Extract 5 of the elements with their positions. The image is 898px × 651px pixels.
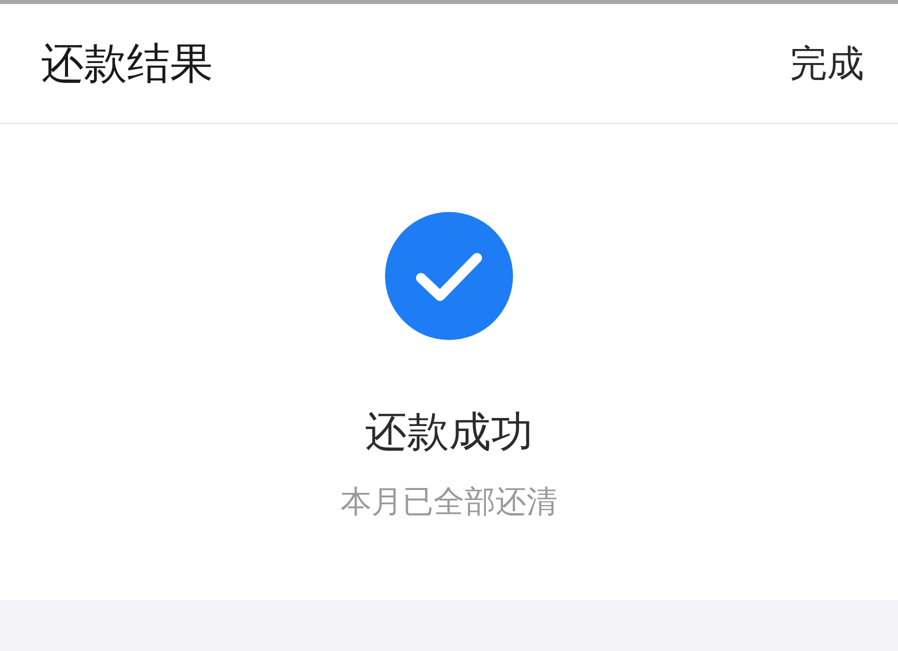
result-message: 本月已全部还清 bbox=[340, 483, 558, 521]
page-title: 还款结果 bbox=[41, 38, 213, 88]
result-title: 还款成功 bbox=[365, 407, 533, 457]
done-button[interactable]: 完成 bbox=[790, 40, 864, 86]
checkmark-circle-icon bbox=[385, 212, 513, 340]
